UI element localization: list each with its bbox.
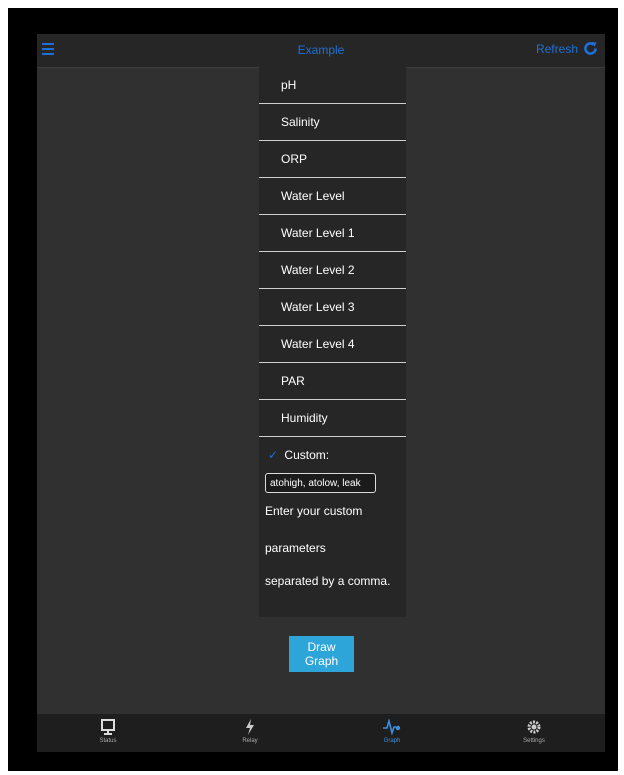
tab-status[interactable]: Status xyxy=(37,714,179,752)
list-item-label: ORP xyxy=(281,152,308,166)
list-item-label: Humidity xyxy=(281,411,328,425)
custom-help-line-1: Enter your custom parameters xyxy=(265,504,363,555)
list-item-label: Water Level 2 xyxy=(281,263,355,277)
custom-parameters-input[interactable] xyxy=(265,473,376,493)
checkmark-icon: ✓ xyxy=(268,448,279,462)
refresh-button[interactable]: Refresh xyxy=(536,40,599,57)
list-item-water-level-2[interactable]: Water Level 2 xyxy=(259,252,406,289)
list-item-label: Water Level xyxy=(281,189,345,203)
list-item-water-level-1[interactable]: Water Level 1 xyxy=(259,215,406,252)
list-item-orp[interactable]: ORP xyxy=(259,141,406,178)
list-item-salinity[interactable]: Salinity xyxy=(259,104,406,141)
list-item-label: Salinity xyxy=(281,115,320,129)
tab-relay[interactable]: Relay xyxy=(179,714,321,752)
bottom-tab-bar: Status Relay Graph Settings xyxy=(37,714,605,752)
monitor-icon xyxy=(101,719,115,735)
app-screen: Example Refresh pH Salinity ORP Water Le… xyxy=(37,34,605,752)
gear-icon xyxy=(527,720,541,734)
custom-help-line-2: separated by a comma. xyxy=(265,574,391,588)
list-item-humidity[interactable]: Humidity xyxy=(259,400,406,437)
pulse-icon xyxy=(383,719,401,735)
custom-label: Custom: xyxy=(284,448,330,462)
list-item-water-level-4[interactable]: Water Level 4 xyxy=(259,326,406,363)
top-bar: Example Refresh xyxy=(37,34,605,68)
list-item-label: Water Level 3 xyxy=(281,300,355,314)
tab-label: Settings xyxy=(523,738,545,744)
tab-graph[interactable]: Graph xyxy=(321,714,463,752)
list-item-ph[interactable]: pH xyxy=(259,67,406,104)
list-item-label: pH xyxy=(281,78,297,92)
list-item-custom[interactable]: ✓ Custom: xyxy=(259,437,406,473)
draw-graph-button[interactable]: Draw Graph xyxy=(289,636,354,672)
refresh-label: Refresh xyxy=(535,41,578,56)
tab-settings[interactable]: Settings xyxy=(463,714,605,752)
list-item-water-level[interactable]: Water Level xyxy=(259,178,406,215)
list-item-label: PAR xyxy=(281,374,305,388)
tab-label: Graph xyxy=(383,738,401,744)
list-item-label: Water Level 1 xyxy=(281,226,355,240)
list-item-water-level-3[interactable]: Water Level 3 xyxy=(259,289,406,326)
tab-label: Status xyxy=(99,738,117,744)
list-item-label: Water Level 4 xyxy=(281,337,355,351)
lightning-icon xyxy=(246,719,254,735)
parameter-list: pH Salinity ORP Water Level Water Level … xyxy=(259,67,406,617)
tab-label: Relay xyxy=(242,738,258,744)
page-title: Example xyxy=(297,43,345,57)
list-item-par[interactable]: PAR xyxy=(259,363,406,400)
refresh-icon xyxy=(584,42,597,55)
